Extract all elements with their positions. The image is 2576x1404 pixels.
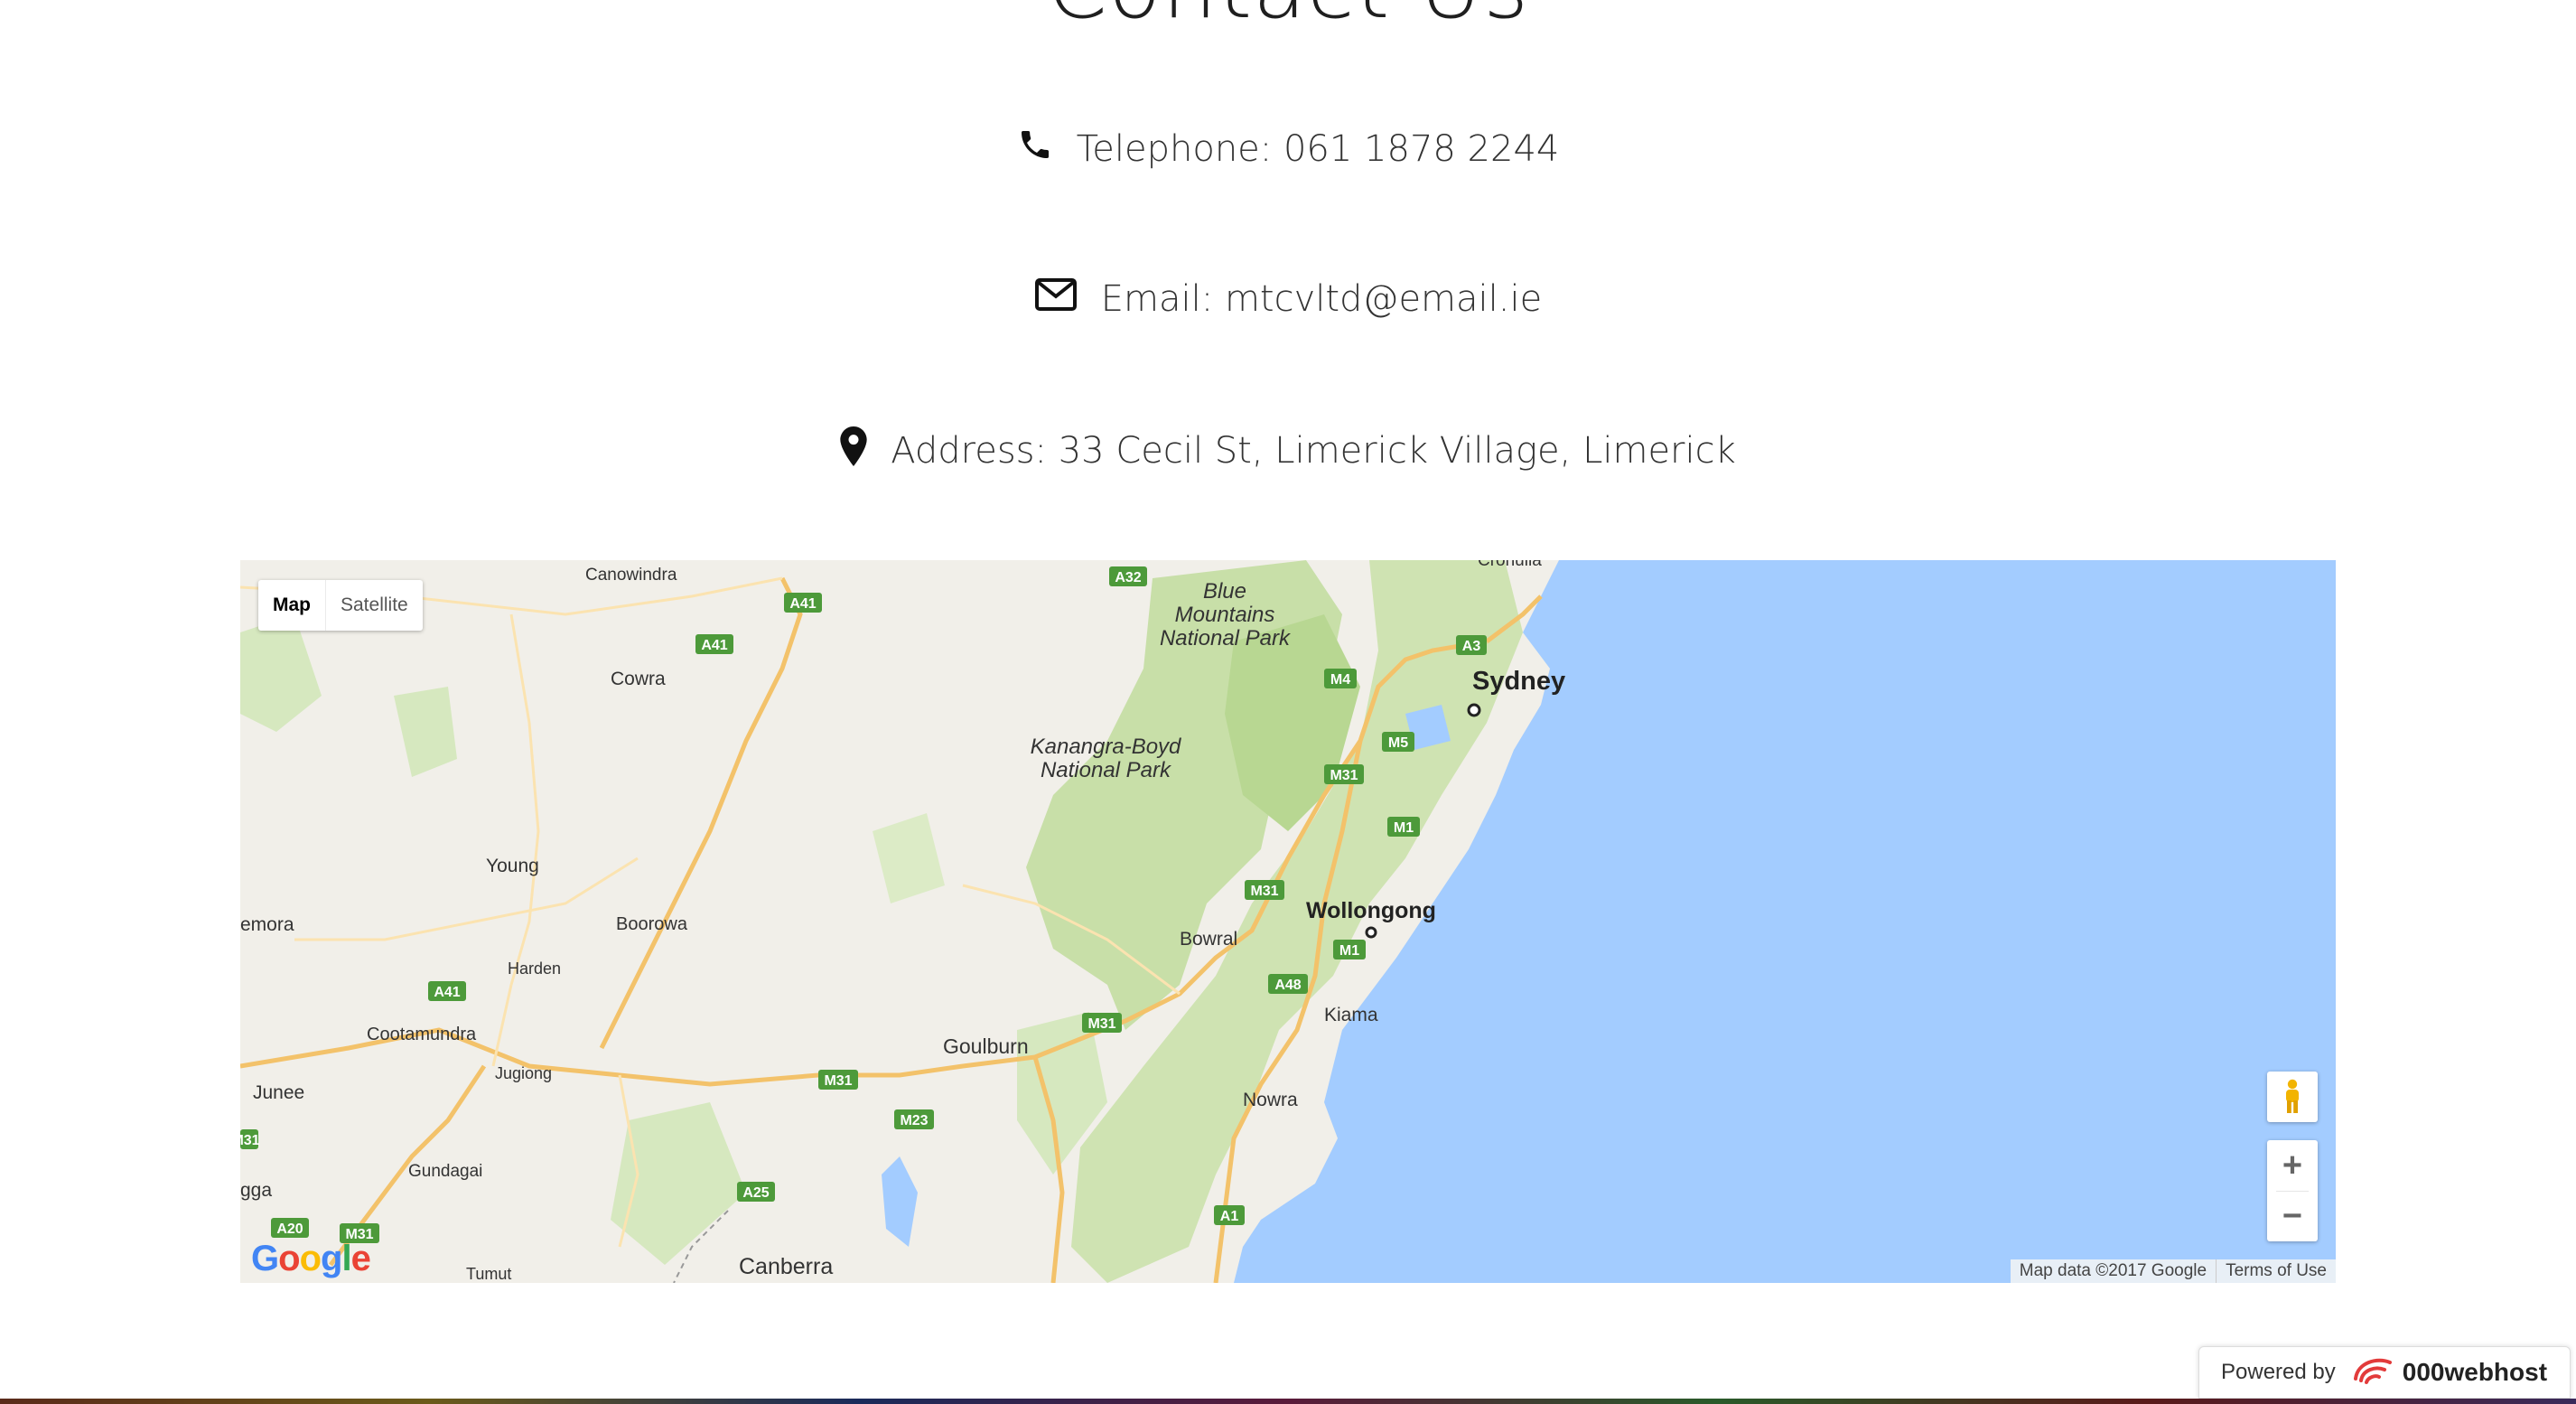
svg-text:M1: M1 [1394,820,1414,836]
zoom-control: + − [2267,1140,2318,1241]
place-label: Cowra [611,669,666,689]
route-shield: A41 [695,634,733,654]
place-label: Gundagai [408,1162,482,1181]
svg-text:A41: A41 [789,596,816,612]
place-label: Wollongong [1306,898,1436,923]
svg-text:M5: M5 [1388,735,1408,751]
map-pin-icon [840,426,867,475]
park-label: Blue [1203,579,1246,604]
route-shield: A41 [784,593,822,613]
route-shield: A1 [1214,1205,1245,1225]
svg-text:M31: M31 [1330,768,1358,783]
webhost-logo-icon [2350,1353,2395,1392]
zoom-out-button[interactable]: − [2267,1191,2318,1241]
place-label: gga [240,1180,272,1201]
svg-text:A25: A25 [742,1185,769,1201]
place-label: Young [486,856,539,876]
place-label: Harden [508,959,561,978]
route-shield: M5 [1382,732,1414,752]
svg-text:M23: M23 [900,1113,928,1128]
map-type-satellite-button[interactable]: Satellite [325,580,423,631]
place-label: Canberra [739,1254,833,1279]
route-shield: M23 [894,1109,934,1129]
svg-text:M31: M31 [824,1073,852,1089]
map-type-control: Map Satellite [258,580,423,631]
route-shield: A25 [737,1182,775,1202]
place-label: Goulburn [943,1034,1029,1058]
place-label: Cootamundra [367,1025,477,1044]
google-map[interactable]: Blue Mountains National Park Kanangra-Bo… [240,560,2336,1283]
svg-text:A32: A32 [1115,570,1141,585]
street-view-pegman-button[interactable] [2267,1072,2318,1122]
route-shield: M31 [240,1129,260,1149]
route-shield: A3 [1456,635,1487,655]
route-shield: M31 [1324,764,1364,784]
map-type-map-button[interactable]: Map [258,580,325,631]
svg-text:M31: M31 [1087,1016,1115,1032]
route-shield: A32 [1109,566,1147,586]
svg-text:M1: M1 [1339,943,1359,959]
webhost-brand: 000webhost [2402,1358,2548,1386]
place-label: Kiama [1324,1005,1378,1025]
route-shield: M1 [1333,940,1366,959]
page-title: Contact Us [0,0,2576,38]
map-attribution-bar: Map data ©2017 Google Terms of Use [2010,1259,2336,1283]
place-label: Boorowa [616,914,688,934]
svg-text:A41: A41 [434,985,460,1000]
pegman-icon [2286,1079,2299,1113]
place-label: Tumut [466,1265,511,1283]
park-label: National Park [1041,758,1172,782]
place-label: emora [240,914,294,935]
email-line: Email: mtcvltd@email.ie [0,276,2576,322]
place-label: Bowral [1180,929,1237,950]
route-shield: M4 [1324,669,1357,688]
place-label: Nowra [1243,1090,1298,1110]
park-label: Kanangra-Boyd [1031,735,1181,759]
footer-strip [0,1399,2576,1404]
place-label: Junee [253,1082,304,1103]
telephone-text: Telephone: 061 1878 2244 [1076,128,1560,170]
envelope-icon [1034,276,1078,322]
address-text: Address: 33 Cecil St, Limerick Village, … [891,430,1736,472]
park-label: National Park [1160,626,1292,651]
zoom-in-button[interactable]: + [2267,1140,2318,1191]
route-shield: M31 [1082,1013,1122,1033]
zoom-divider [2276,1191,2309,1192]
map-attribution[interactable]: Map data ©2017 Google [2011,1259,2216,1283]
email-text[interactable]: Email: mtcvltd@email.ie [1101,278,1542,320]
route-shield: M31 [818,1070,858,1090]
route-shield: A41 [428,981,466,1001]
phone-icon [1017,126,1053,172]
google-logo: Google [251,1239,371,1278]
svg-text:A41: A41 [701,638,727,653]
powered-by-text: Powered by [2221,1360,2336,1384]
powered-by-badge[interactable]: Powered by 000webhost [2198,1346,2571,1399]
place-label: Jugiong [495,1064,552,1082]
svg-text:A48: A48 [1274,978,1301,993]
svg-text:A1: A1 [1220,1209,1239,1224]
route-shield: A20 [271,1218,309,1238]
terms-of-use-link[interactable]: Terms of Use [2216,1259,2336,1283]
svg-text:A20: A20 [276,1221,303,1237]
svg-text:A3: A3 [1462,639,1481,654]
route-shield: M1 [1387,817,1420,837]
map-canvas[interactable]: Blue Mountains National Park Kanangra-Bo… [240,560,2336,1283]
svg-text:M31: M31 [1250,884,1278,899]
address-line: Address: 33 Cecil St, Limerick Village, … [0,426,2576,475]
svg-text:M4: M4 [1330,672,1350,688]
park-label: Mountains [1175,603,1275,627]
place-label: Canowindra [585,566,677,585]
svg-text:M31: M31 [240,1133,260,1148]
route-shield: M31 [1245,880,1284,900]
place-label: Sydney [1472,667,1565,696]
telephone-line: Telephone: 061 1878 2244 [0,126,2576,172]
place-label: Cronulla [1478,560,1542,570]
route-shield: A48 [1268,974,1308,994]
